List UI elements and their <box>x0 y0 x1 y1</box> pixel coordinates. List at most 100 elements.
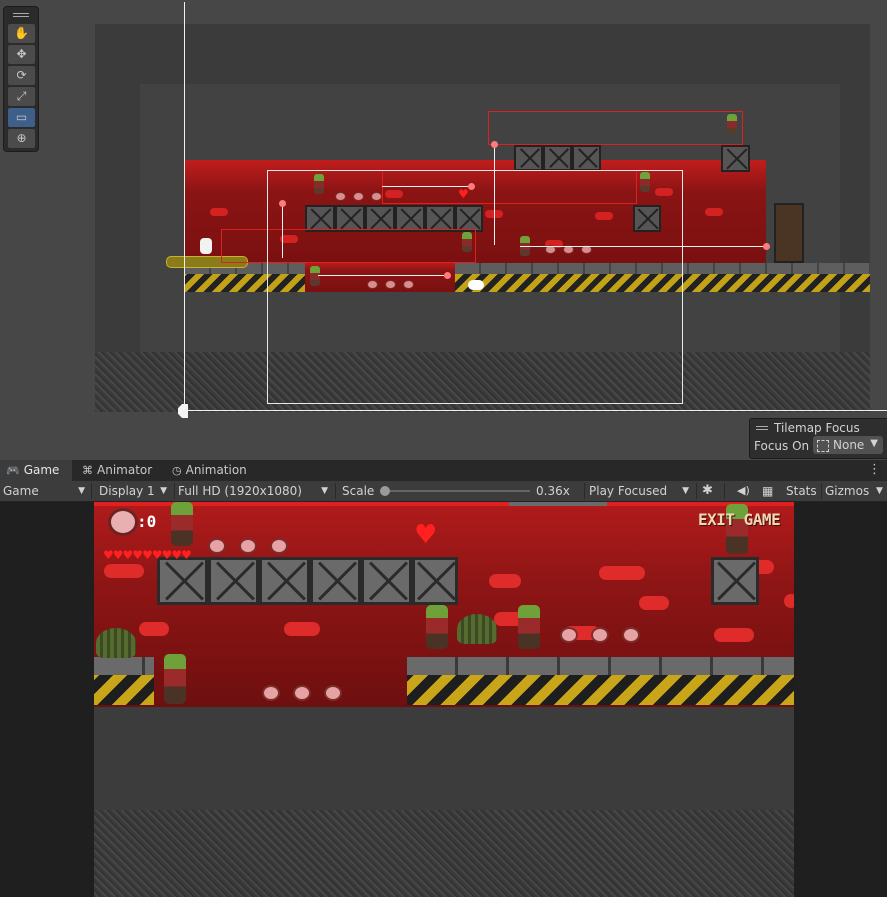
chevron-down-icon: ▼ <box>160 486 167 496</box>
game-ground-gravel <box>94 810 794 897</box>
game-meat <box>591 627 609 643</box>
keyboard-icon[interactable]: ▦ <box>762 481 773 501</box>
game-ground-hazard <box>94 675 154 705</box>
toolbar-divider <box>91 483 92 499</box>
tab-animation-label: Animation <box>185 463 247 477</box>
scene-player[interactable] <box>200 238 212 254</box>
scene-crate[interactable] <box>721 145 750 172</box>
scene-exit-door[interactable] <box>774 203 804 263</box>
view-type-dropdown[interactable]: Game ▼ <box>3 481 89 501</box>
rotate-tool-icon[interactable]: ⟳ <box>8 66 35 85</box>
rect-tool-icon[interactable]: ▭ <box>8 108 35 127</box>
heart-icon: ♥ <box>171 548 182 562</box>
scene-canvas-edge <box>184 410 887 411</box>
game-meat <box>293 685 311 701</box>
meat-counter-value: :0 <box>137 512 157 531</box>
clock-icon: ◷ <box>172 464 182 477</box>
stats-button[interactable]: Stats <box>786 481 817 501</box>
play-mode-dropdown[interactable]: Play Focused ▼ <box>589 481 693 501</box>
overlay-grip-icon[interactable] <box>756 426 768 427</box>
play-mode-value: Play Focused <box>589 484 668 498</box>
scene-waypoint[interactable] <box>468 183 475 190</box>
scene-view[interactable]: ♥ ✋ ✥ ⟳ ⤢ ▭ ⊕ Tilemap Focus Focus On Non… <box>0 0 887 460</box>
move-tool-icon[interactable]: ✥ <box>8 45 35 64</box>
exit-game-button[interactable]: EXIT GAME <box>698 510 781 529</box>
scene-path-line <box>382 186 472 187</box>
game-crate <box>361 557 412 605</box>
tab-animator-label: Animator <box>97 463 153 477</box>
scene-waypoint[interactable] <box>279 200 286 207</box>
heart-icon: ♥ <box>181 548 192 562</box>
game-zombie-hand <box>457 614 497 644</box>
toolbar-divider <box>821 483 822 499</box>
scene-path-line <box>494 145 495 245</box>
game-zombie <box>426 605 448 649</box>
transform-tool-icon[interactable]: ⊕ <box>8 129 35 148</box>
game-zombie-hand <box>96 628 136 658</box>
game-ground-stone <box>94 657 154 675</box>
game-meat <box>560 627 578 643</box>
toolbar-divider <box>335 483 336 499</box>
focus-mode-icon <box>817 440 829 452</box>
resolution-dropdown[interactable]: Full HD (1920x1080) ▼ <box>178 481 332 501</box>
gizmos-button[interactable]: Gizmos <box>825 481 869 501</box>
bug-icon[interactable]: ✱ <box>702 481 713 501</box>
game-meat <box>324 685 342 701</box>
game-meat <box>622 627 640 643</box>
game-canvas[interactable]: ♥ :0 ♥♥♥♥♥♥♥♥♥ EXIT GAME <box>94 502 794 897</box>
game-crate <box>208 557 259 605</box>
scene-waypoint[interactable] <box>763 243 770 250</box>
game-ground-hazard <box>407 675 794 705</box>
game-crate <box>412 557 458 605</box>
chevron-down-icon: ▼ <box>870 438 878 449</box>
meat-counter-icon <box>108 508 138 536</box>
heart-icon: ♥ <box>103 548 114 562</box>
scene-crate[interactable] <box>514 145 543 171</box>
focus-on-dropdown[interactable]: None ▼ <box>813 436 883 454</box>
more-options-icon[interactable]: ⋮ <box>868 462 881 477</box>
display-dropdown[interactable]: Display 1 ▼ <box>99 481 171 501</box>
palette-grip-icon[interactable] <box>13 13 29 14</box>
toolbar-divider <box>724 483 725 499</box>
scale-slider-track[interactable] <box>385 490 530 492</box>
chevron-down-icon: ▼ <box>321 486 328 496</box>
game-crate <box>711 557 759 605</box>
scale-label: Scale <box>342 484 375 498</box>
chevron-down-icon: ▼ <box>78 486 85 496</box>
heart-icon: ♥ <box>112 548 124 562</box>
tab-animator[interactable]: ⌘ Animator <box>82 460 152 481</box>
game-crate-top-edge <box>509 502 607 506</box>
game-crate <box>157 557 208 605</box>
game-ground-stone <box>407 657 794 675</box>
display-value: Display 1 <box>99 484 155 498</box>
game-meat <box>208 538 226 554</box>
scene-waypoint[interactable] <box>491 141 498 148</box>
audio-mute-icon[interactable]: ◀) <box>737 481 750 501</box>
game-top-border <box>94 502 794 506</box>
scene-crate[interactable] <box>543 145 572 171</box>
game-view-toolbar: Game ▼ Display 1 ▼ Full HD (1920x1080) ▼ Sc… <box>0 481 887 502</box>
game-heart-pickup-icon: ♥ <box>414 520 438 550</box>
game-meat <box>262 685 280 701</box>
scale-slider-handle[interactable] <box>380 486 390 496</box>
tab-game[interactable]: 🎮 Game <box>0 460 72 481</box>
toolbar-divider <box>174 483 175 499</box>
scale-tool-icon[interactable]: ⤢ <box>8 87 35 106</box>
chevron-down-icon: ▼ <box>682 486 689 496</box>
chevron-down-icon[interactable]: ▼ <box>876 481 883 501</box>
tab-animation[interactable]: ◷ Animation <box>172 460 247 481</box>
scene-crate[interactable] <box>572 145 601 171</box>
tilemap-focus-title: Tilemap Focus <box>774 421 860 435</box>
scene-camera-gizmo <box>267 170 683 404</box>
toolbar-divider <box>696 483 697 499</box>
view-type-value: Game <box>3 484 39 498</box>
resolution-value: Full HD (1920x1080) <box>178 484 302 498</box>
gamepad-icon: 🎮 <box>6 464 20 477</box>
game-crate <box>310 557 361 605</box>
scene-path-line <box>282 204 283 258</box>
scene-waypoint[interactable] <box>444 272 451 279</box>
hand-tool-icon[interactable]: ✋ <box>8 24 35 43</box>
scene-collider-gizmo <box>488 111 743 145</box>
animator-icon: ⌘ <box>82 464 93 477</box>
game-meat <box>270 538 288 554</box>
